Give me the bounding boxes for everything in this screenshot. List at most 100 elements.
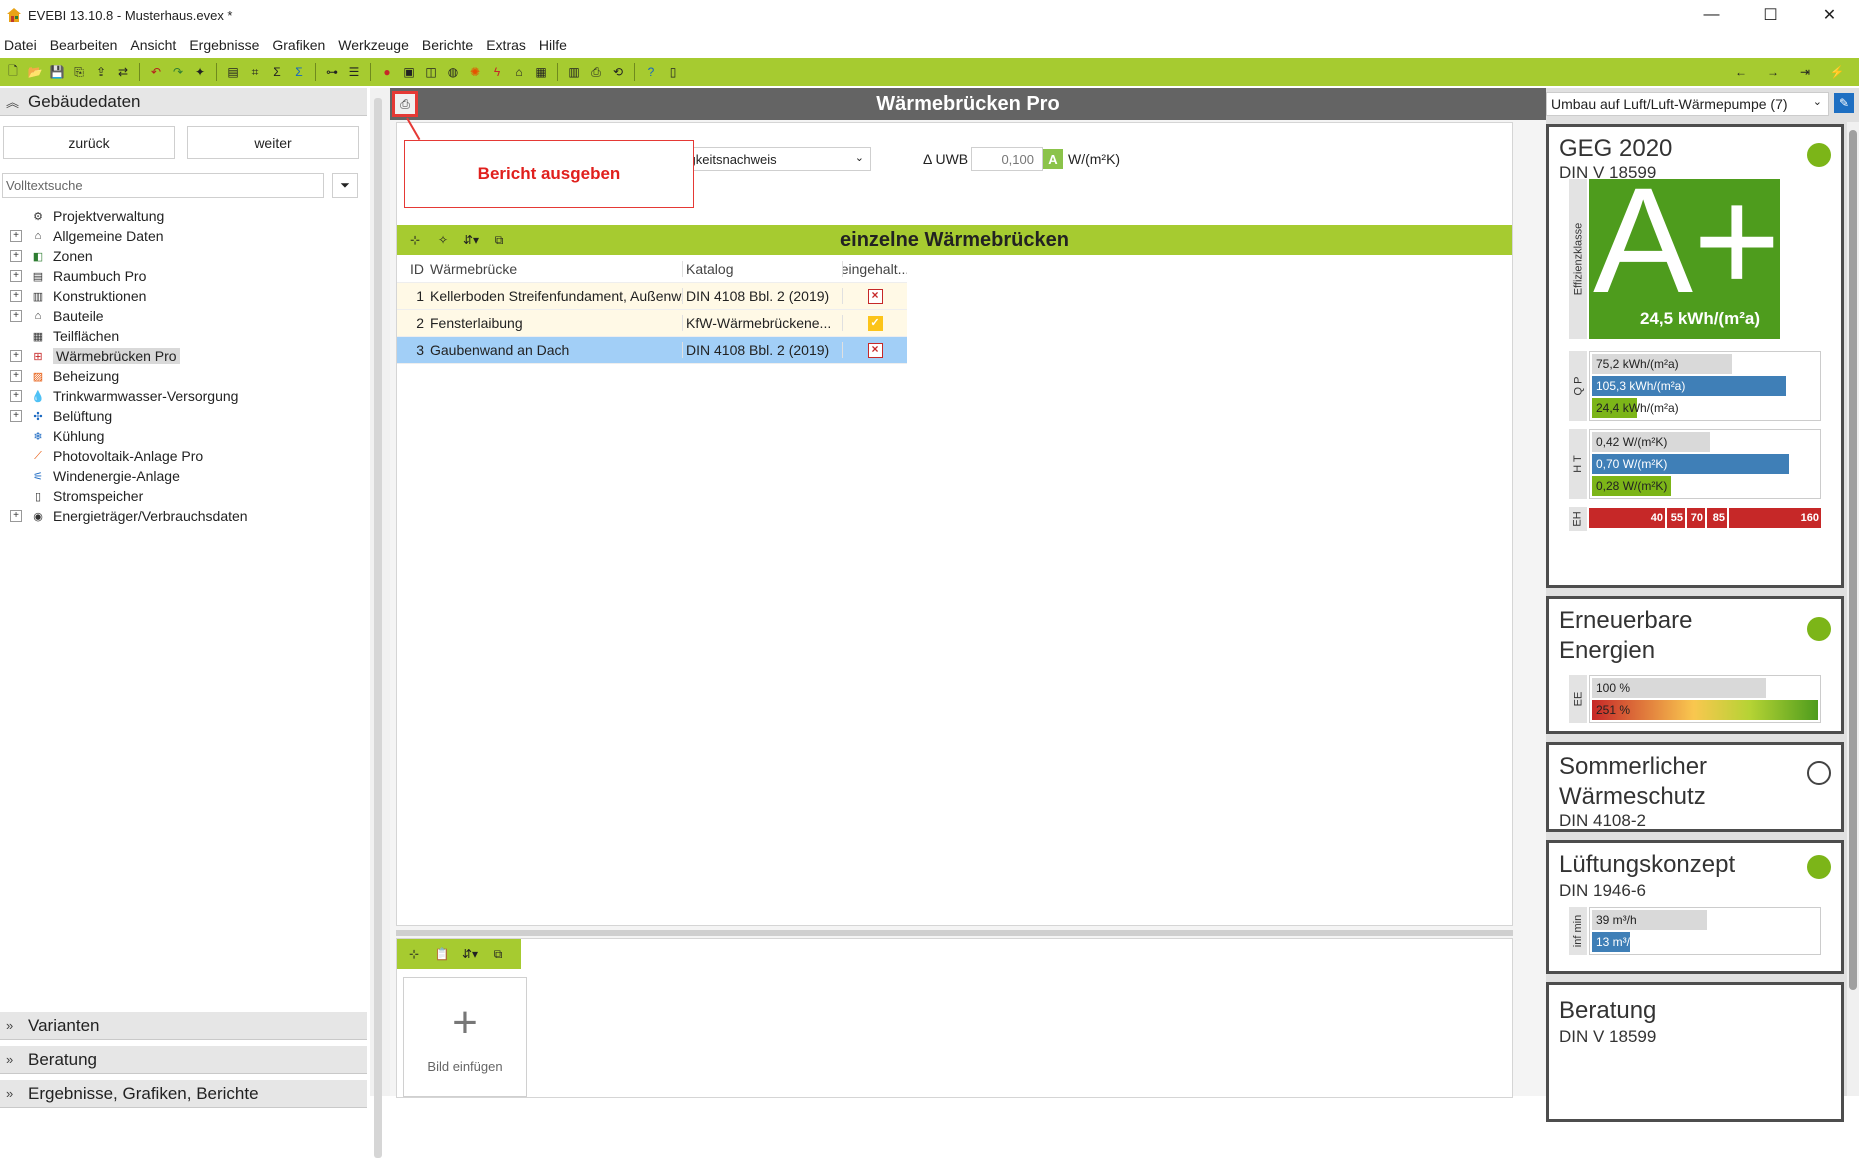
back-button[interactable]: zurück [3,126,175,159]
back-arrow-icon[interactable]: ← [1725,61,1757,83]
duwb-badge[interactable]: A [1043,149,1063,169]
edit-variant-icon[interactable]: ✎ [1834,93,1854,113]
table-row[interactable]: 3 Gaubenwand an Dach DIN 4108 Bbl. 2 (20… [397,337,907,364]
copy-icon[interactable]: ⧉ [487,229,511,251]
next-button[interactable]: weiter [187,126,359,159]
tree-item-beheizung[interactable]: + ▨ Beheizung [10,366,360,386]
tree-item-trinkwarmwasser-versorgung[interactable]: + 💧 Trinkwarmwasser-Versorgung [10,386,360,406]
minimize-button[interactable]: — [1682,0,1741,30]
redo-icon[interactable]: ↷ [167,61,189,83]
panel-splitter[interactable] [370,88,390,1158]
menu-grafiken[interactable]: Grafiken [268,37,334,53]
chart-edit-icon[interactable]: ⚡ [1821,61,1853,83]
save-as-icon[interactable]: ⎘ [68,61,90,83]
col-id[interactable]: ID [397,261,427,277]
section-beratung[interactable]: » Beratung [0,1046,367,1074]
results-scrollbar[interactable] [1847,122,1859,1096]
menu-werkzeuge[interactable]: Werkzeuge [334,37,418,53]
menu-ansicht[interactable]: Ansicht [126,37,185,53]
sort-icon[interactable]: ⇵▾ [459,943,481,965]
tree-item-projektverwaltung[interactable]: ⚙ Projektverwaltung [10,206,360,226]
duwb-input[interactable]: 0,100 [971,147,1043,171]
not-fulfilled-icon[interactable]: × [867,288,883,304]
not-fulfilled-icon[interactable]: × [867,342,883,358]
heating-tool-icon[interactable]: ● [376,61,398,83]
tree-item-photovoltaik-anlage-pro[interactable]: ⟋ Photovoltaik-Anlage Pro [10,446,360,466]
print-icon[interactable]: ⎙ [585,61,607,83]
menu-hilfe[interactable]: Hilfe [535,37,576,53]
calculator-icon[interactable]: ▯ [662,61,684,83]
tree-item-windenergie-anlage[interactable]: ⚟ Windenergie-Anlage [10,466,360,486]
expand-icon[interactable]: + [10,510,22,522]
tree-icon[interactable]: ⊶ [321,61,343,83]
new-file-icon[interactable]: 🗋 [2,61,24,83]
tree-item-belüftung[interactable]: + ✣ Belüftung [10,406,360,426]
section-varianten[interactable]: » Varianten [0,1012,367,1040]
proof-type-select[interactable]: tigkeitsnachweis ⌄ [677,147,871,171]
forward-arrow-icon[interactable]: → [1757,61,1789,83]
tree-item-energieträger-verbrauchsdaten[interactable]: + ◉ Energieträger/Verbrauchsdaten [10,506,360,526]
col-waermebruecke[interactable]: Wärmebrücke [427,261,683,277]
expand-icon[interactable]: + [10,290,22,302]
chart-tool-icon[interactable]: ⟲ [607,61,629,83]
expand-icon[interactable]: + [10,230,22,242]
sun-icon[interactable]: ✺ [464,61,486,83]
add-image-icon[interactable]: ⊹ [403,943,425,965]
menu-berichte[interactable]: Berichte [418,37,482,53]
col-katalog[interactable]: Katalog [683,261,843,277]
tree-item-wärmebrücken-pro[interactable]: + ⊞ Wärmebrücken Pro [10,346,360,366]
tree-item-bauteile[interactable]: + ⌂ Bauteile [10,306,360,326]
sum-icon[interactable]: Σ [266,61,288,83]
tree-item-raumbuch-pro[interactable]: + ▤ Raumbuch Pro [10,266,360,286]
expand-icon[interactable]: + [10,370,22,382]
report-icon[interactable]: ▥ [563,61,585,83]
report-output-button[interactable]: ⎙ [392,91,418,117]
tree-item-zonen[interactable]: + ◧ Zonen [10,246,360,266]
col-eingehalten[interactable]: eingehalt... [843,261,907,277]
search-input[interactable]: Volltextsuche [2,173,324,198]
insert-image-button[interactable]: + Bild einfügen [403,977,527,1097]
table-row[interactable]: 2 Fensterlaibung KfW-Wärmebrückene... ✓ [397,310,907,337]
undo-icon[interactable]: ↶ [145,61,167,83]
menu-extras[interactable]: Extras [482,37,535,53]
filter-icon[interactable]: ⏷ [332,173,358,198]
expand-icon[interactable]: + [10,390,22,402]
sort-icon[interactable]: ⇵▾ [459,229,483,251]
horizontal-splitter[interactable] [396,930,1513,936]
clipboard-icon[interactable]: 📋 [431,943,453,965]
lightning-icon[interactable]: ϟ [486,61,508,83]
section-gebaeudedaten[interactable]: ︽ Gebäudedaten [0,88,367,116]
globe-icon[interactable]: ◍ [442,61,464,83]
import-icon[interactable]: ⇪ [90,61,112,83]
tree-item-stromspeicher[interactable]: ▯ Stromspeicher [10,486,360,506]
calculate-icon[interactable]: ⌗ [244,61,266,83]
exit-icon[interactable]: ⇥ [1789,61,1821,83]
table-row[interactable]: 1 Kellerboden Streifenfundament, Außenw.… [397,283,907,310]
tree-item-konstruktionen[interactable]: + ▥ Konstruktionen [10,286,360,306]
tree-item-allgemeine-daten[interactable]: + ⌂ Allgemeine Daten [10,226,360,246]
house-green-icon[interactable]: ⌂ [508,61,530,83]
tree-item-kühlung[interactable]: ❄ Kühlung [10,426,360,446]
boiler-icon[interactable]: ▣ [398,61,420,83]
image-export-icon[interactable]: ⧉ [487,943,509,965]
expand-icon[interactable]: + [10,250,22,262]
tree-item-teilflächen[interactable]: ▦ Teilflächen [10,326,360,346]
export-icon[interactable]: ⇄ [112,61,134,83]
menu-bearbeiten[interactable]: Bearbeiten [46,37,127,53]
expand-icon[interactable]: + [10,350,22,362]
wizard-icon[interactable]: ✦ [189,61,211,83]
document-icon[interactable]: ▤ [222,61,244,83]
list-icon[interactable]: ☰ [343,61,365,83]
save-icon[interactable]: 💾 [46,61,68,83]
open-folder-icon[interactable]: 📂 [24,61,46,83]
section-ergebnisse[interactable]: » Ergebnisse, Grafiken, Berichte [0,1080,367,1108]
info-doc-icon[interactable]: ◫ [420,61,442,83]
wand-icon[interactable]: ✧ [431,229,455,251]
menu-datei[interactable]: Datei [0,37,46,53]
expand-icon[interactable]: + [10,310,22,322]
maximize-button[interactable]: ☐ [1741,0,1800,30]
close-button[interactable]: ✕ [1800,0,1859,30]
expand-icon[interactable]: + [10,270,22,282]
add-row-icon[interactable]: ⊹ [403,229,427,251]
menu-ergebnisse[interactable]: Ergebnisse [185,37,268,53]
